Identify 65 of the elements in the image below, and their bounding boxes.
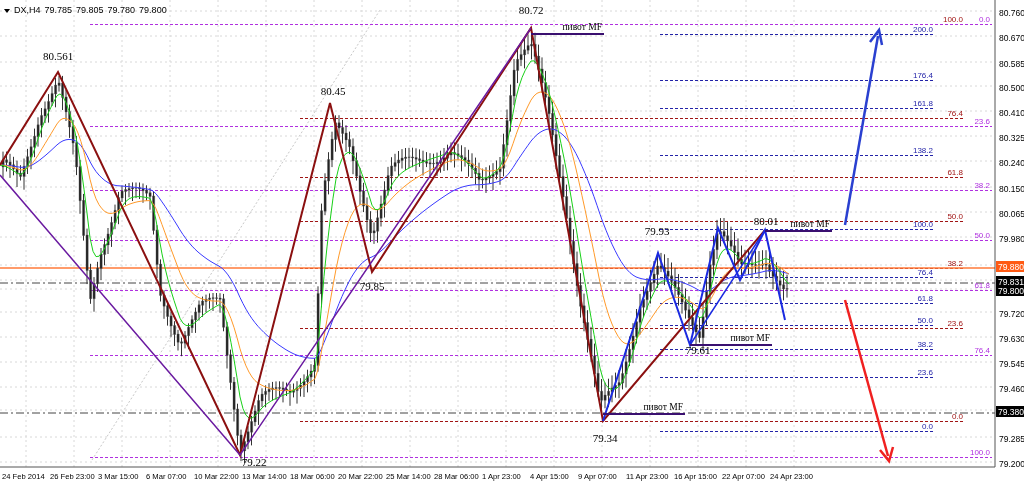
swing-price-label: 79.85	[359, 280, 385, 292]
fib-level-label: 100.0	[969, 448, 990, 457]
fib-level-label: 100.0	[942, 15, 963, 24]
dropdown-icon[interactable]	[4, 9, 10, 13]
price-label: 79.545	[999, 359, 1024, 369]
fib-level-label: 0.0	[921, 422, 933, 431]
swing-price-label: 79.93	[644, 225, 670, 237]
price-label: 80.670	[999, 33, 1024, 43]
fib-level-label: 38.2	[947, 259, 963, 268]
fib-level-label: 176.4	[912, 71, 933, 80]
quote-value: 79.805	[76, 5, 104, 15]
fib-level-label: 161.8	[912, 99, 933, 108]
price-label: 79.285	[999, 434, 1024, 444]
fib-level-label: 50.0	[917, 316, 933, 325]
pivot-label: пивот MF	[562, 22, 602, 32]
price-tag: 79.880	[996, 261, 1024, 272]
swing-price-label: 79.34	[592, 432, 618, 444]
fib-level-label: 0.0	[978, 15, 990, 24]
swing-price-label: 79.61	[685, 344, 711, 356]
fib-level-label: 50.0	[947, 212, 963, 221]
fib-level-label: 23.6	[947, 319, 963, 328]
price-label: 79.630	[999, 334, 1024, 344]
quote-value: 79.780	[107, 5, 136, 15]
price-label: 80.500	[999, 83, 1024, 93]
up-arrow-icon	[843, 27, 884, 226]
fib-level-label: 38.2	[917, 340, 933, 349]
swing-price-label: 80.45	[320, 85, 346, 97]
fib-level-label: 61.8	[947, 168, 963, 177]
fib-level-label: 100.0	[912, 220, 933, 229]
price-tag: 79.800	[996, 285, 1024, 296]
price-label: 80.760	[999, 8, 1024, 18]
fib-level-label: 61.8	[917, 294, 933, 303]
swing-price-label: 80.561	[42, 50, 74, 62]
fib-level-label: 200.0	[912, 25, 933, 34]
swing-price-label: 80.72	[518, 4, 544, 16]
fib-level-label: 38.2	[974, 181, 990, 190]
price-label: 80.240	[999, 158, 1024, 168]
price-label: 80.065	[999, 209, 1024, 219]
fib-level-label: 76.4	[917, 268, 933, 277]
price-label: 79.980	[999, 234, 1024, 244]
swing-price-label: 79.22	[241, 456, 267, 468]
price-label: 79.460	[999, 384, 1024, 394]
fib-level-label: 0.0	[951, 412, 963, 421]
down-arrow-icon	[843, 299, 895, 464]
pivot-line	[764, 230, 833, 232]
price-label: 80.585	[999, 59, 1024, 69]
pivot-label: пивот MF	[643, 402, 683, 412]
quote-value: 79.800	[139, 5, 167, 15]
price-tag: 79.380	[996, 406, 1024, 417]
pivot-label: пивот MF	[730, 333, 770, 343]
price-label: 80.325	[999, 133, 1024, 143]
fib-level-label: 138.2	[912, 146, 933, 155]
price-label: 79.200	[999, 459, 1024, 469]
fib-level-label: 50.0	[974, 231, 990, 240]
fib-level-label: 76.4	[974, 346, 990, 355]
fib-level-label: 61.8	[974, 281, 990, 290]
fib-level-label: 23.6	[917, 368, 933, 377]
symbol-label: DX,H4	[14, 5, 41, 15]
fib-level-label: 23.6	[974, 117, 990, 126]
price-label: 79.720	[999, 309, 1024, 319]
pivot-label: пивот MF	[790, 219, 830, 229]
quote-value: 79.785	[44, 5, 73, 15]
price-label: 80.150	[999, 184, 1024, 194]
price-label: 80.410	[999, 108, 1024, 118]
fib-level-label: 76.4	[947, 109, 963, 118]
